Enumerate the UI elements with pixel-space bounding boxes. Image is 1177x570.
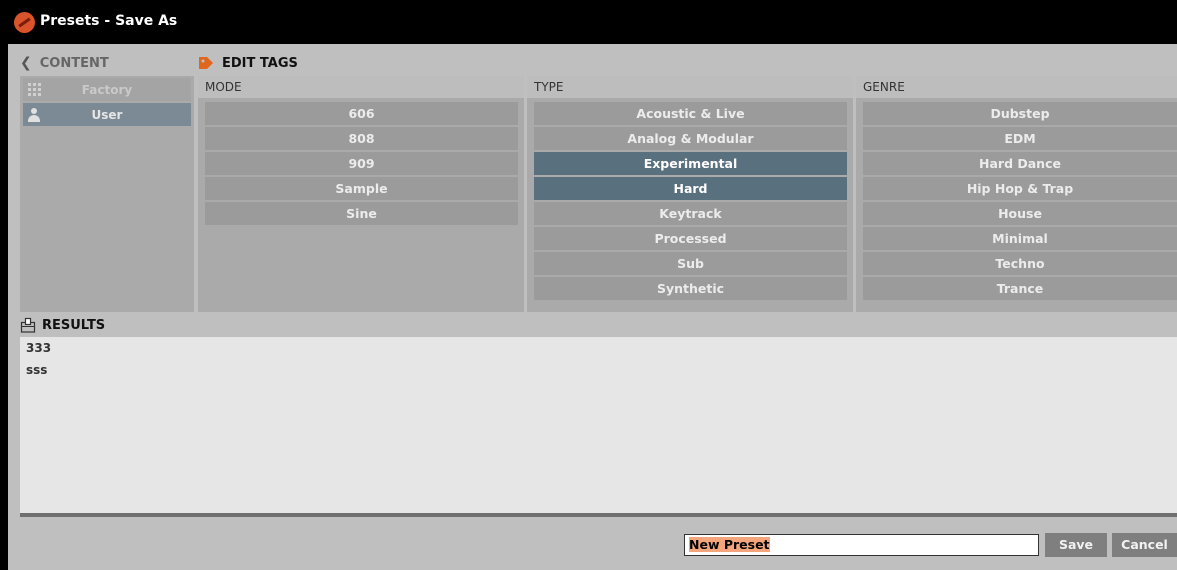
edit-tags-label: EDIT TAGS <box>222 55 298 71</box>
title-bar: Presets - Save As <box>8 0 1177 44</box>
results-header: RESULTS <box>20 314 105 336</box>
genre-column: GENRE Dubstep EDM Hard Dance Hip Hop & Trap… <box>856 76 1177 312</box>
tag-button[interactable]: Hard <box>534 177 847 200</box>
content-item-label: Factory <box>81 82 133 97</box>
genre-tag-list: Dubstep EDM Hard Dance Hip Hop & Trap House M… <box>856 98 1177 300</box>
tag-button[interactable]: Sub <box>534 252 847 275</box>
tag-button[interactable]: Analog & Modular <box>534 127 847 150</box>
tag-button[interactable]: 808 <box>205 127 518 150</box>
content-header[interactable]: ❮ CONTENT <box>20 52 109 74</box>
chevron-left-icon[interactable]: ❮ <box>20 55 32 71</box>
grid-icon <box>23 78 45 101</box>
tag-button[interactable]: Trance <box>863 277 1177 300</box>
tag-button[interactable]: Acoustic & Live <box>534 102 847 125</box>
tag-button[interactable]: Sine <box>205 202 518 225</box>
preset-name-input[interactable]: New Preset <box>684 534 1039 556</box>
tag-button[interactable]: Keytrack <box>534 202 847 225</box>
edit-tags-header: EDIT TAGS <box>198 52 298 74</box>
content-item-label: User <box>91 107 123 122</box>
tag-button[interactable]: EDM <box>863 127 1177 150</box>
save-button[interactable]: Save <box>1045 533 1107 557</box>
results-label: RESULTS <box>42 317 106 333</box>
tag-button[interactable]: 606 <box>205 102 518 125</box>
tag-button[interactable]: Minimal <box>863 227 1177 250</box>
preset-name-text: New Preset <box>689 537 770 552</box>
tag-button[interactable]: Techno <box>863 252 1177 275</box>
result-item[interactable]: sss <box>20 359 1177 381</box>
tag-button[interactable]: 909 <box>205 152 518 175</box>
tag-button[interactable]: Dubstep <box>863 102 1177 125</box>
type-tag-list: Acoustic & Live Analog & Modular Experimen… <box>527 98 853 300</box>
mode-tag-list: 606 808 909 Sample Sine <box>198 98 524 225</box>
content-item-user[interactable]: User <box>23 103 191 126</box>
result-item[interactable]: 333 <box>20 337 1177 359</box>
user-icon <box>23 103 45 126</box>
tag-button[interactable]: Hard Dance <box>863 152 1177 175</box>
cancel-button[interactable]: Cancel <box>1112 533 1177 557</box>
mode-column: MODE 606 808 909 Sample Sine <box>198 76 524 312</box>
type-column-header: TYPE <box>527 76 853 98</box>
tag-icon <box>199 57 213 69</box>
tag-button[interactable]: Hip Hop & Trap <box>863 177 1177 200</box>
content-panel: Factory User <box>20 76 194 312</box>
window-title: Presets - Save As <box>40 13 178 29</box>
content-label: CONTENT <box>39 55 109 71</box>
tag-button[interactable]: Synthetic <box>534 277 847 300</box>
results-icon <box>20 317 36 333</box>
tag-button[interactable]: House <box>863 202 1177 225</box>
tag-button[interactable]: Experimental <box>534 152 847 175</box>
presets-save-as-window: Presets - Save As ❮ CONTENT Factory User… <box>8 0 1177 570</box>
app-logo-icon <box>14 12 35 33</box>
mode-column-header: MODE <box>198 76 524 98</box>
content-item-factory[interactable]: Factory <box>23 78 191 101</box>
results-divider[interactable] <box>20 513 1177 517</box>
type-column: TYPE Acoustic & Live Analog & Modular Expe… <box>527 76 853 312</box>
genre-column-header: GENRE <box>856 76 1177 98</box>
results-list: 333 sss <box>20 337 1177 513</box>
tag-button[interactable]: Sample <box>205 177 518 200</box>
tag-button[interactable]: Processed <box>534 227 847 250</box>
